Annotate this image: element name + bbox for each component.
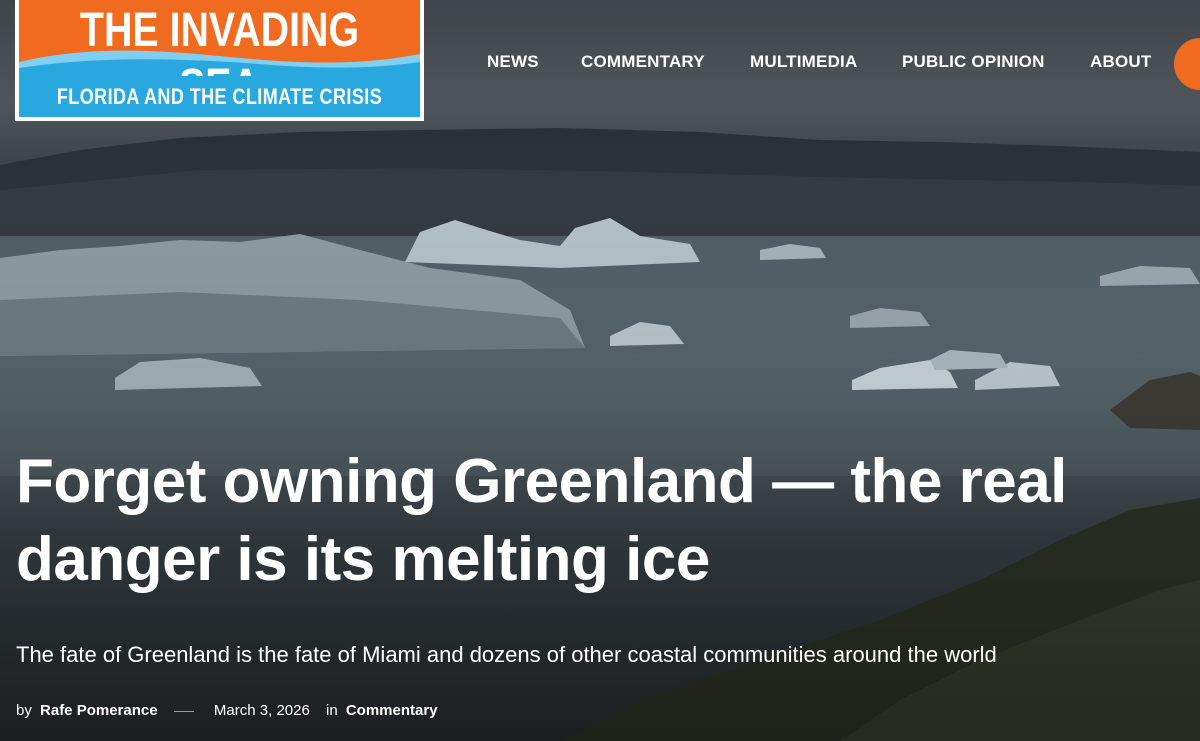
logo-subtitle: FLORIDA AND THE CLIMATE CRISIS — [56, 84, 383, 109]
nav-news[interactable]: NEWS — [487, 52, 539, 72]
article-subheadline: The fate of Greenland is the fate of Mia… — [16, 642, 997, 667]
meta-divider — [173, 710, 194, 712]
nav-about[interactable]: ABOUT — [1090, 52, 1151, 72]
author-link[interactable]: Rafe Pomerance — [40, 701, 158, 721]
site-logo[interactable]: THE INVADING SEA FLORIDA AND THE CLIMATE… — [15, 0, 424, 121]
nav-multimedia[interactable]: MULTIMEDIA — [750, 52, 857, 72]
logo-top-band: THE INVADING SEA — [19, 0, 420, 76]
article-headline: Forget owning Greenland — the real dange… — [16, 447, 1067, 594]
byline-prefix: by — [16, 702, 32, 720]
nav-public-opinion[interactable]: PUBLIC OPINION — [902, 52, 1045, 72]
nav-commentary[interactable]: COMMENTARY — [581, 52, 705, 72]
logo-bottom-band: FLORIDA AND THE CLIMATE CRISIS — [19, 76, 420, 117]
publish-date: March 3, 2026 — [213, 702, 310, 720]
category-link[interactable]: Commentary — [346, 701, 438, 721]
logo-title: THE INVADING SEA — [79, 4, 360, 76]
article-meta: by Rafe Pomerance March 3, 2026 in Comme… — [16, 701, 438, 721]
category-prefix: in — [325, 702, 338, 720]
